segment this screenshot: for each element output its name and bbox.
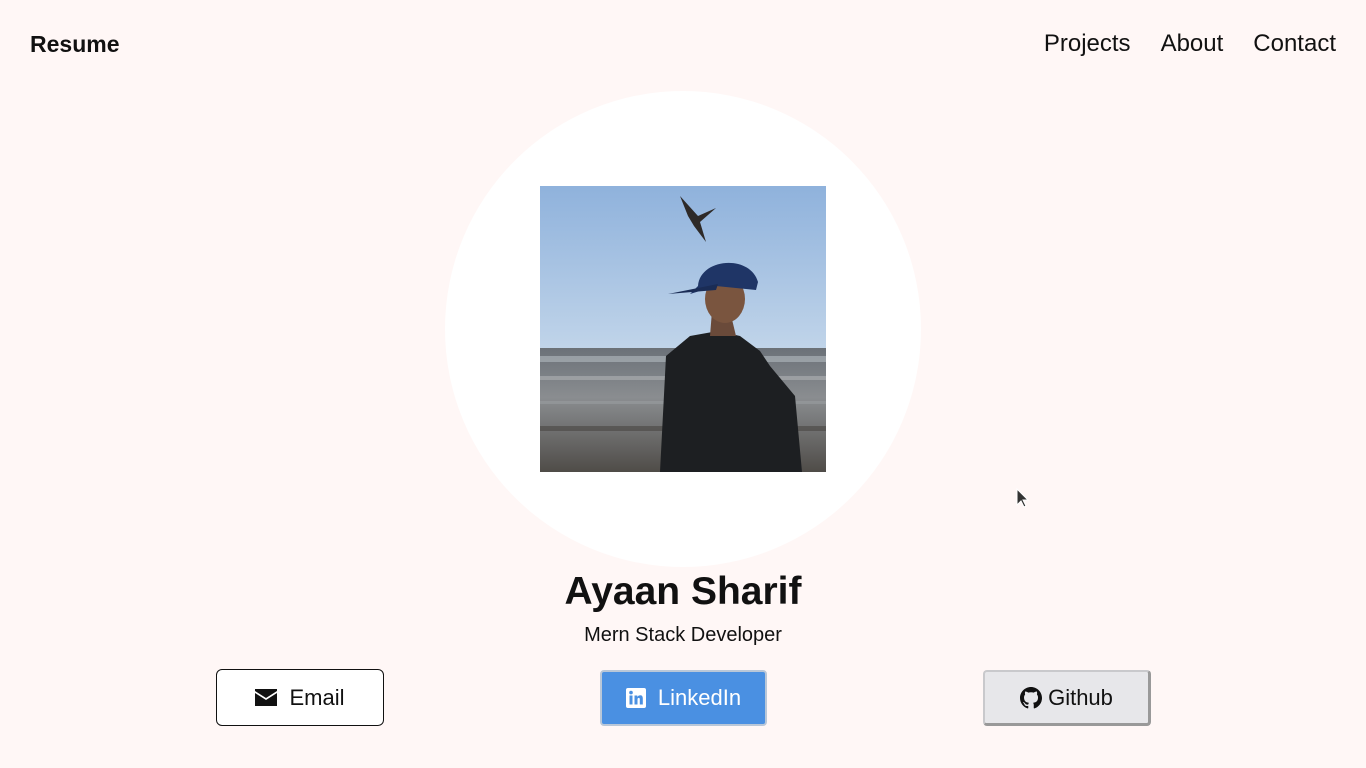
nav-link-about[interactable]: About	[1161, 30, 1224, 58]
nav-link-contact[interactable]: Contact	[1253, 30, 1336, 58]
mouse-cursor-icon	[1016, 487, 1030, 508]
email-button[interactable]: Email	[216, 669, 384, 726]
envelope-icon	[255, 689, 278, 706]
nav-links: Projects About Contact	[1044, 30, 1336, 58]
nav-brand[interactable]: Resume	[30, 31, 119, 58]
nav-link-projects[interactable]: Projects	[1044, 30, 1131, 58]
profile-title: Mern Stack Developer	[584, 624, 782, 646]
github-icon	[1020, 686, 1043, 709]
github-button[interactable]: Github	[983, 670, 1151, 726]
profile-name: Ayaan Sharif	[564, 570, 802, 613]
email-button-label: Email	[289, 684, 345, 710]
linkedin-icon	[625, 688, 646, 708]
linkedin-button[interactable]: LinkedIn	[600, 670, 767, 726]
profile-photo	[540, 186, 826, 472]
github-button-label: Github	[1048, 684, 1113, 710]
linkedin-button-label: LinkedIn	[657, 685, 742, 710]
